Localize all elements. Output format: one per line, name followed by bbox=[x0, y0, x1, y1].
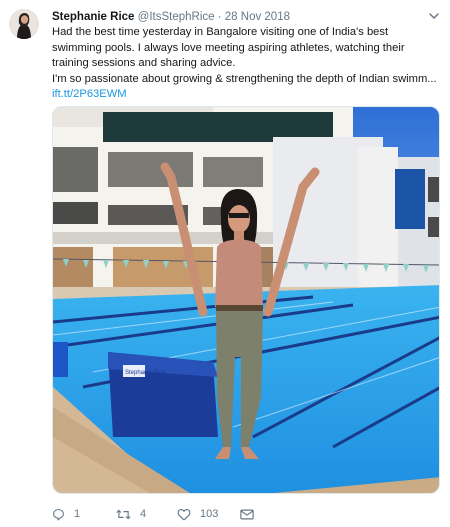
block-banner-text: Stephanie Rice bbox=[125, 370, 166, 376]
author-handle[interactable]: @ItsStephRice bbox=[138, 11, 215, 23]
tweet-link[interactable]: ift.tt/2P63EWM bbox=[52, 87, 437, 103]
retweet-button[interactable]: 4 bbox=[116, 506, 146, 522]
tweet-actions: 1 4 103 bbox=[52, 506, 352, 522]
tweet-text-paragraph-1: Had the best time yesterday in Bangalore… bbox=[52, 26, 405, 70]
chevron-down-icon[interactable] bbox=[428, 10, 440, 22]
separator: · bbox=[217, 11, 222, 23]
reply-button[interactable]: 1 bbox=[52, 506, 80, 522]
tweet-date[interactable]: 28 Nov 2018 bbox=[225, 11, 290, 23]
tweet: Stephanie Rice @ItsStephRice · 28 Nov 20… bbox=[0, 0, 450, 527]
tweet-text-paragraph-2: I'm so passionate about growing & streng… bbox=[52, 72, 437, 85]
tweet-text: Had the best time yesterday in Bangalore… bbox=[52, 25, 437, 103]
reply-icon bbox=[53, 508, 64, 520]
reply-count: 1 bbox=[74, 508, 81, 520]
like-count: 103 bbox=[200, 508, 219, 520]
pool-photo-illustration: Stephanie Rice bbox=[53, 107, 439, 493]
avatar-image bbox=[9, 9, 39, 39]
author-name[interactable]: Stephanie Rice bbox=[52, 11, 134, 23]
like-button[interactable]: 103 bbox=[177, 506, 218, 522]
tweet-header: Stephanie Rice @ItsStephRice · 28 Nov 20… bbox=[52, 9, 424, 25]
direct-message-button[interactable] bbox=[240, 506, 254, 522]
avatar[interactable] bbox=[9, 9, 39, 39]
retweet-icon bbox=[116, 509, 131, 519]
dm-icon bbox=[240, 509, 254, 519]
like-icon bbox=[177, 508, 191, 520]
retweet-count: 4 bbox=[140, 508, 147, 520]
tweet-photo[interactable]: Stephanie Rice bbox=[52, 106, 440, 494]
